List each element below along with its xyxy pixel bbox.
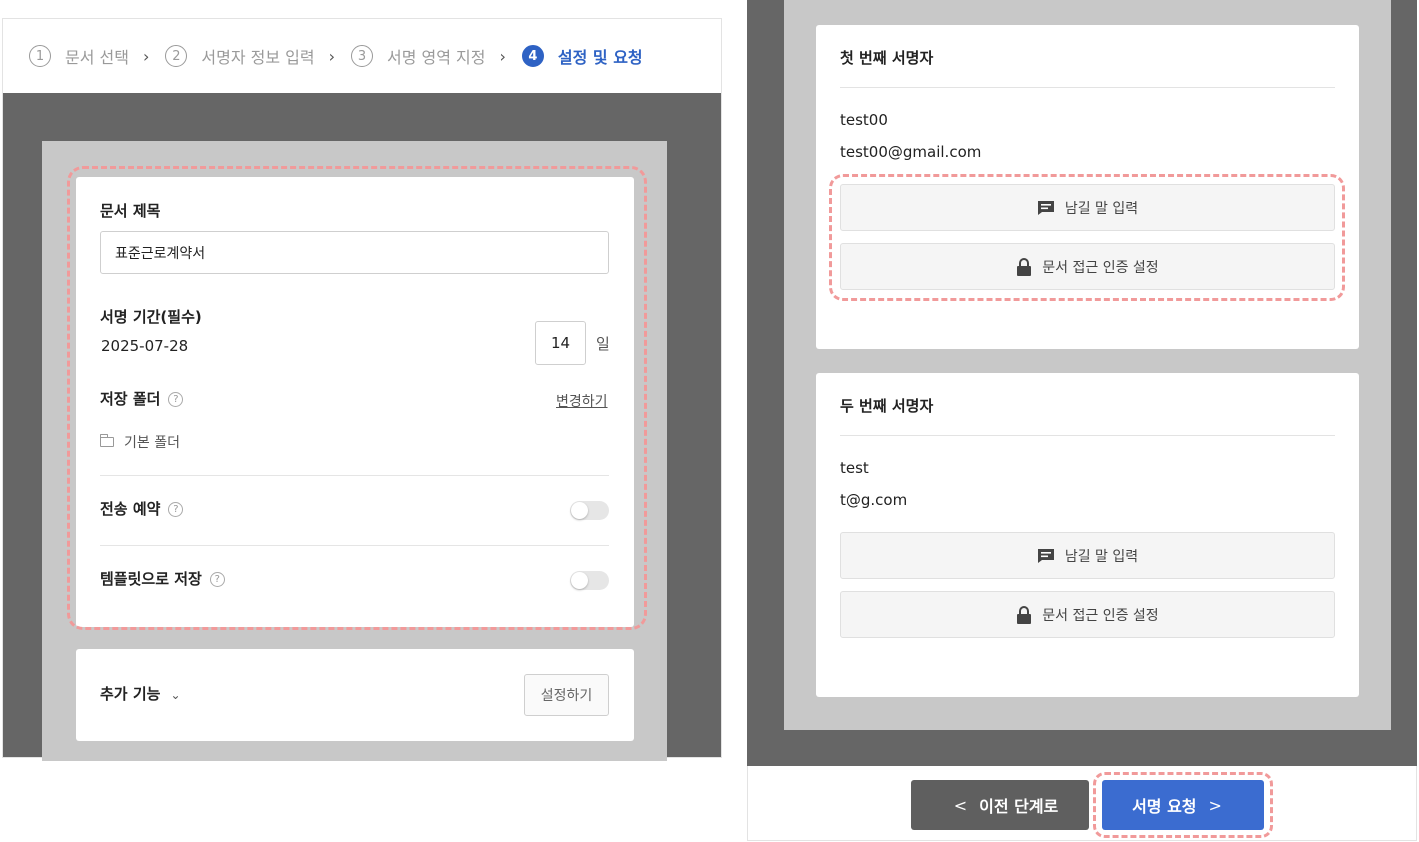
chevron-down-icon: ⌄ xyxy=(170,688,181,702)
highlight-box xyxy=(67,166,647,630)
chevron-right-icon: › xyxy=(142,46,150,66)
step-settings-request[interactable]: 4 설정 및 요청 xyxy=(521,44,643,68)
step-label: 설정 및 요청 xyxy=(557,48,643,67)
extra-features-toggle[interactable]: 추가 기능 ⌄ xyxy=(100,683,181,704)
signer-panel: 첫 번째 서명자 test00 test00@gmail.com 남길 말 입력… xyxy=(747,0,1417,766)
divider xyxy=(840,435,1335,436)
extra-setup-button[interactable]: 설정하기 xyxy=(524,674,609,716)
step-sign-area[interactable]: 3 서명 영역 지정 xyxy=(351,44,486,68)
step-signer-info[interactable]: 2 서명자 정보 입력 xyxy=(165,44,315,68)
auth-button-label: 문서 접근 인증 설정 xyxy=(1042,607,1159,624)
step-label: 서명 영역 지정 xyxy=(387,48,486,67)
signer-email: t@g.com xyxy=(840,491,908,509)
stepper: 1 문서 선택 › 2 서명자 정보 입력 › 3 서명 영역 지정 › 4 설… xyxy=(3,19,721,93)
step-number: 1 xyxy=(29,45,51,67)
extra-features-label: 추가 기능 xyxy=(100,685,161,703)
step-number: 3 xyxy=(351,45,373,67)
step-number: 4 xyxy=(521,45,544,67)
auth-button[interactable]: 문서 접근 인증 설정 xyxy=(840,591,1335,638)
signer-name: test00 xyxy=(840,111,888,129)
chevron-right-icon: › xyxy=(499,46,506,66)
message-button[interactable]: 남길 말 입력 xyxy=(840,532,1335,579)
divider xyxy=(840,87,1335,88)
step-document-select[interactable]: 1 문서 선택 xyxy=(29,44,129,68)
message-button-label: 남길 말 입력 xyxy=(1064,548,1139,565)
step-number: 2 xyxy=(165,45,188,67)
signer-title: 두 번째 서명자 xyxy=(840,397,934,415)
lock-icon xyxy=(1016,605,1032,624)
step-label: 문서 선택 xyxy=(65,48,129,67)
step-label: 서명자 정보 입력 xyxy=(201,48,315,67)
signer-email: test00@gmail.com xyxy=(840,143,982,161)
settings-panel: 1 문서 선택 › 2 서명자 정보 입력 › 3 서명 영역 지정 › 4 설… xyxy=(2,18,722,761)
prev-step-button[interactable]: < 이전 단계로 xyxy=(911,780,1089,830)
message-icon xyxy=(1037,548,1055,564)
highlight-box xyxy=(829,174,1345,301)
chevron-left-icon: < xyxy=(953,795,968,815)
signer-name: test xyxy=(840,459,869,477)
extra-features-card: 추가 기능 ⌄ 설정하기 xyxy=(76,649,634,741)
highlight-box xyxy=(1093,772,1273,838)
prev-step-label: 이전 단계로 xyxy=(979,797,1059,816)
chevron-right-icon: › xyxy=(328,46,335,66)
signer-title: 첫 번째 서명자 xyxy=(840,49,934,67)
signer-card: 두 번째 서명자 test t@g.com 남길 말 입력 문서 접근 인증 설… xyxy=(816,373,1359,697)
